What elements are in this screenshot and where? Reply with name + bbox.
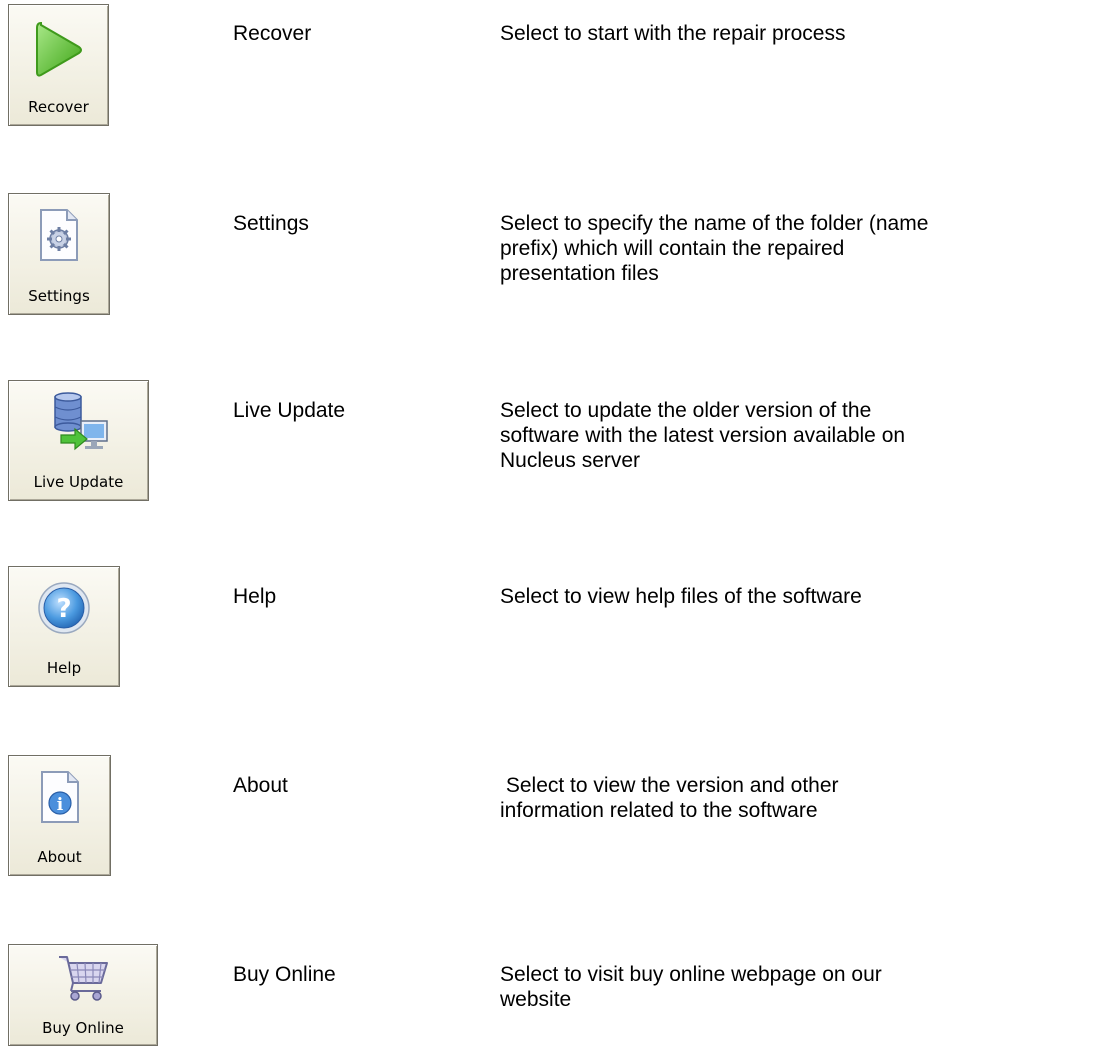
feature-name-buy-online: Buy Online (233, 963, 336, 986)
live-update-button-label: Live Update (33, 473, 124, 491)
info-document-icon: i (38, 770, 82, 829)
feature-name-help: Help (233, 585, 277, 608)
feature-description-live-update: Select to update the older version of th… (500, 399, 906, 472)
about-button-label: About (37, 848, 82, 866)
feature-name-about: About (233, 774, 288, 797)
shopping-cart-icon (55, 951, 111, 1008)
feature-name-settings: Settings (233, 212, 309, 235)
recover-button[interactable]: Recover (8, 4, 109, 126)
help-button[interactable]: ? Help (8, 566, 120, 687)
buy-online-button-label: Buy Online (42, 1019, 124, 1037)
svg-text:?: ? (56, 594, 71, 624)
feature-description-buy-online: Select to visit buy online webpage on ou… (500, 963, 882, 1011)
buy-online-button[interactable]: Buy Online (8, 944, 158, 1046)
feature-description-recover: Select to start with the repair process (500, 22, 846, 45)
svg-text:i: i (56, 795, 63, 815)
settings-button[interactable]: Settings (8, 193, 110, 315)
help-icon: ? (37, 581, 91, 640)
about-button[interactable]: i About (8, 755, 111, 876)
settings-document-icon (37, 208, 81, 267)
settings-button-label: Settings (28, 287, 90, 305)
feature-description-settings: Select to specify the name of the folder… (500, 212, 929, 285)
feature-name-recover: Recover (233, 22, 312, 45)
live-update-icon (47, 391, 111, 460)
help-button-label: Help (46, 659, 82, 677)
feature-name-live-update: Live Update (233, 399, 346, 422)
recover-button-label: Recover (28, 98, 89, 116)
play-icon (33, 19, 85, 86)
feature-description-about: Select to view the version and other inf… (500, 774, 839, 822)
feature-description-help: Select to view help files of the softwar… (500, 585, 862, 608)
live-update-button[interactable]: Live Update (8, 380, 149, 501)
